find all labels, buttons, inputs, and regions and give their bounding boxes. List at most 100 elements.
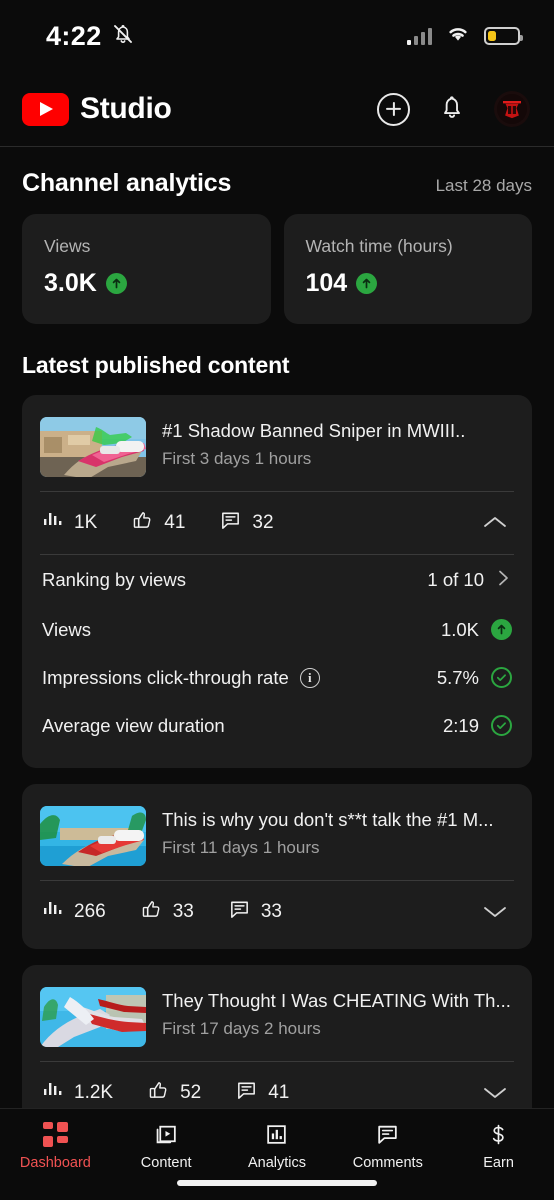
detail-label-group: Impressions click-through rate i: [42, 667, 320, 689]
status-bar: 4:22: [0, 0, 554, 72]
metric-value-row: 3.0K: [44, 269, 249, 298]
check-circle-icon: [491, 715, 512, 737]
video-thumbnail: [40, 416, 146, 477]
video-header[interactable]: This is why you don't s**t talk the #1 M…: [40, 800, 514, 880]
video-thumbnail: [40, 986, 146, 1047]
detail-value: 2:19: [442, 714, 479, 736]
bar-chart-icon: [42, 509, 64, 536]
thumbs-up-icon: [147, 1079, 170, 1107]
stat-views[interactable]: 266: [42, 898, 106, 925]
chevron-right-icon[interactable]: [496, 568, 512, 593]
nav-item-dashboard[interactable]: Dashboard: [0, 1121, 111, 1171]
bell-icon[interactable]: [438, 93, 466, 126]
video-subtitle: First 17 days 2 hours: [162, 1019, 321, 1039]
brand-logo[interactable]: Studio: [22, 92, 172, 126]
stat-views[interactable]: 1K: [42, 509, 97, 536]
detail-right: 5.7%: [437, 667, 512, 689]
detail-value: 5.7%: [436, 666, 479, 688]
arrow-up-badge-icon: [491, 619, 512, 641]
video-card[interactable]: #1 Shadow Banned Sniper in MWIII.. First…: [22, 394, 532, 768]
chevron-down-icon[interactable]: [478, 1080, 512, 1106]
bar-chart-icon: [42, 898, 64, 925]
nav-label: Comments: [352, 1155, 423, 1171]
nav-item-comments[interactable]: Comments: [332, 1121, 443, 1171]
bar-chart-icon: [42, 1079, 64, 1106]
video-header[interactable]: #1 Shadow Banned Sniper in MWIII.. First…: [40, 411, 514, 491]
info-icon[interactable]: i: [299, 667, 320, 688]
detail-label: Ranking by views: [42, 569, 186, 591]
stat-views[interactable]: 1.2K: [42, 1079, 113, 1106]
detail-right: 1 of 10: [427, 568, 512, 593]
wifi-icon: [445, 24, 471, 48]
video-subtitle: First 11 days 1 hours: [162, 838, 320, 858]
video-header[interactable]: They Thought I Was CHEATING With Th... F…: [40, 981, 514, 1061]
video-card[interactable]: This is why you don't s**t talk the #1 M…: [22, 783, 532, 949]
detail-row-views: Views 1.0K: [40, 606, 514, 654]
chevron-down-icon[interactable]: [478, 899, 512, 925]
status-bar-right: [406, 24, 523, 48]
stat-value: 41: [164, 511, 186, 533]
metric-label: Watch time (hours): [305, 235, 453, 256]
cellular-signal-icon: [406, 27, 432, 45]
check-circle-icon: [491, 667, 512, 689]
video-info: They Thought I Was CHEATING With Th... F…: [162, 987, 514, 1039]
detail-row-avg-duration: Average view duration 2:19: [40, 702, 514, 750]
nav-item-analytics[interactable]: Analytics: [222, 1121, 333, 1171]
video-title: This is why you don't s**t talk the #1 M…: [162, 808, 494, 830]
bar-chart-icon: [264, 1121, 289, 1147]
video-info: #1 Shadow Banned Sniper in MWIII.. First…: [162, 417, 514, 469]
nav-label: Earn: [483, 1155, 514, 1171]
stat-value: 32: [252, 511, 274, 533]
video-library-icon: [154, 1121, 179, 1147]
detail-value: 1 of 10: [427, 569, 484, 591]
chevron-up-icon[interactable]: [478, 510, 512, 536]
stat-value: 1.2K: [74, 1081, 114, 1103]
detail-label: Impressions click-through rate: [42, 666, 289, 688]
comment-icon: [228, 898, 251, 926]
plus-circle-icon[interactable]: [377, 92, 410, 126]
stat-comments[interactable]: 41: [235, 1079, 289, 1107]
stat-value: 1K: [74, 511, 98, 533]
page-title: Channel analytics: [22, 168, 232, 197]
metric-card-views[interactable]: Views 3.0K: [22, 213, 271, 324]
nav-label: Dashboard: [19, 1155, 91, 1171]
stat-likes[interactable]: 52: [147, 1079, 201, 1107]
arrow-up-icon: [105, 272, 127, 294]
dashboard-content: Channel analytics Last 28 days Views 3.0…: [0, 147, 554, 1108]
header-actions: [377, 91, 530, 127]
detail-right: 2:19: [443, 715, 512, 737]
nav-item-earn[interactable]: Earn: [443, 1121, 554, 1171]
stat-value: 41: [268, 1081, 290, 1103]
date-range-label: Last 28 days: [435, 175, 532, 195]
stat-value: 33: [172, 900, 194, 922]
comment-icon: [235, 1079, 258, 1107]
stat-comments[interactable]: 33: [228, 898, 282, 926]
thumbs-up-icon: [131, 509, 154, 537]
stat-likes[interactable]: 41: [131, 509, 185, 537]
video-title: #1 Shadow Banned Sniper in MWIII..: [162, 419, 466, 441]
analytics-section-header: Channel analytics Last 28 days: [22, 147, 532, 214]
app-screen: 4:22 Studio Channel analytics Last 28 da…: [0, 0, 554, 1200]
video-stats-row: 1K 41 32: [40, 492, 514, 554]
metric-label: Views: [44, 235, 91, 256]
metric-value: 104: [305, 268, 348, 297]
nav-label: Content: [140, 1155, 192, 1171]
nav-item-content[interactable]: Content: [111, 1121, 222, 1171]
status-time: 4:22: [46, 20, 102, 51]
latest-content-title: Latest published content: [22, 351, 290, 378]
video-info: This is why you don't s**t talk the #1 M…: [162, 806, 514, 858]
youtube-logo-icon: [22, 92, 69, 126]
comment-icon: [375, 1121, 400, 1147]
metric-card-watch-time[interactable]: Watch time (hours) 104: [283, 213, 532, 324]
detail-row-ranking[interactable]: Ranking by views 1 of 10: [40, 555, 514, 606]
bottom-navigation: Dashboard Content Analytics Comments Ear…: [0, 1108, 554, 1200]
video-card[interactable]: They Thought I Was CHEATING With Th... F…: [22, 964, 532, 1108]
video-detail-list: Ranking by views 1 of 10 Views 1.0K Impr…: [40, 555, 514, 762]
arrow-up-icon: [356, 272, 378, 294]
stat-comments[interactable]: 32: [219, 509, 274, 537]
dollar-icon: [486, 1121, 511, 1147]
channel-avatar-icon[interactable]: [494, 91, 530, 127]
stat-likes[interactable]: 33: [140, 898, 194, 926]
stat-value: 33: [260, 900, 282, 922]
thumbs-up-icon: [140, 898, 163, 926]
